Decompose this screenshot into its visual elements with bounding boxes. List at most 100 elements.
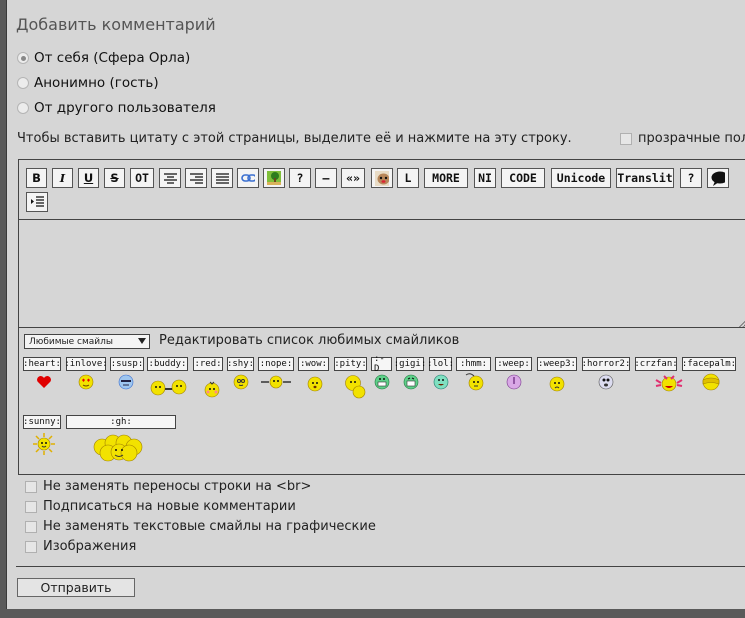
translit-button[interactable]: Translit <box>616 168 674 188</box>
align-right-icon <box>189 172 203 184</box>
smiley-tag-weep3[interactable]: :weep3: <box>537 357 577 371</box>
smiley-tag-weep[interactable]: :weep: <box>495 357 532 371</box>
dropdown-arrow-icon <box>138 338 146 344</box>
quotes-button[interactable]: «» <box>341 168 365 188</box>
option-checkbox[interactable] <box>25 500 37 513</box>
submit-button[interactable]: Отправить <box>17 578 135 597</box>
quote-hint-link[interactable]: Чтобы вставить цитату с этой страницы, в… <box>17 131 572 146</box>
smiley-tag-lol[interactable]: :lol: <box>427 357 454 371</box>
lol-smiley-icon[interactable] <box>433 374 449 390</box>
speech-bubble-button[interactable] <box>707 168 729 188</box>
radio-label: Анонимно (гость) <box>34 75 159 91</box>
smiley-tag-heart[interactable]: :heart: <box>23 357 61 371</box>
shy-smiley-icon[interactable] <box>233 374 249 390</box>
resize-handle-icon[interactable] <box>738 318 745 327</box>
transparent-fields-checkbox[interactable] <box>620 132 632 145</box>
smiley-tag-horror2[interactable]: :horror2: <box>582 357 630 371</box>
weep3-smiley-icon[interactable] <box>549 376 565 392</box>
smiley-tag-nope[interactable]: :nope: <box>258 357 294 371</box>
transparent-fields-option[interactable]: прозрачные поля <box>620 131 745 146</box>
align-justify-icon <box>215 172 229 184</box>
option-label: Не заменять текстовые смайлы на графичес… <box>43 519 376 534</box>
more-button[interactable]: MORE <box>424 168 468 188</box>
smiley-tag-susp[interactable]: :susp: <box>110 357 144 371</box>
question-button[interactable]: ? <box>289 168 311 188</box>
horror2-smiley-icon[interactable] <box>598 374 614 390</box>
indent-button[interactable] <box>26 192 48 212</box>
smiley-tag-gh[interactable]: :gh: <box>66 415 176 429</box>
favorites-select[interactable]: Любимые смайлы <box>24 334 150 349</box>
editor-box: B I U S OT ? — «» L MORE NI CODE Unicode… <box>18 159 745 475</box>
radio-self[interactable]: От себя (Сфера Орла) <box>17 50 190 66</box>
gigi-smiley-icon[interactable] <box>403 374 419 390</box>
radio-button[interactable] <box>17 52 29 64</box>
weep-smiley-icon[interactable] <box>506 374 522 390</box>
hmm-smiley-icon[interactable] <box>464 372 486 392</box>
page-title: Добавить комментарий <box>16 15 216 34</box>
underline-button[interactable]: U <box>78 168 99 188</box>
option-label: Подписаться на новые комментарии <box>43 499 296 514</box>
wow-smiley-icon[interactable] <box>307 376 323 392</box>
l-button[interactable]: L <box>397 168 419 188</box>
italic-button[interactable]: I <box>52 168 73 188</box>
smiley-tag-pity[interactable]: :pity: <box>334 357 367 371</box>
smiley-tag-wow[interactable]: :wow: <box>298 357 329 371</box>
option-images[interactable]: Изображения <box>25 539 136 554</box>
red-smiley-icon[interactable] <box>204 380 220 398</box>
comment-textarea[interactable] <box>19 219 745 328</box>
radio-anonymous[interactable]: Анонимно (гость) <box>17 75 159 91</box>
smiley-tag-sunny[interactable]: :sunny: <box>23 415 61 429</box>
option-checkbox[interactable] <box>25 520 37 533</box>
heart-icon[interactable] <box>36 375 52 389</box>
smiley-tag-crzfan[interactable]: :crzfan: <box>634 357 678 371</box>
pity-smiley-icon[interactable] <box>344 374 368 400</box>
option-label: Изображения <box>43 539 137 554</box>
facepalm-smiley-icon[interactable] <box>700 372 722 392</box>
smiley-tag-gigi[interactable]: :gigi: <box>394 357 426 371</box>
ot-button[interactable]: OT <box>130 168 154 188</box>
sunny-smiley-icon[interactable] <box>33 433 55 455</box>
inlove-smiley-icon[interactable] <box>77 374 95 390</box>
smiley-tag-laugh[interactable]: :-D <box>371 354 392 374</box>
link-icon <box>241 174 255 182</box>
option-label: Не заменять переносы строки на <br> <box>43 479 312 494</box>
smiley-tag-red[interactable]: :red: <box>193 357 223 371</box>
strike-button[interactable]: S <box>104 168 125 188</box>
align-center-button[interactable] <box>159 168 181 188</box>
help-button[interactable]: ? <box>680 168 702 188</box>
nope-smiley-icon[interactable] <box>259 374 293 390</box>
smiley-tag-buddy[interactable]: :buddy: <box>147 357 188 371</box>
option-checkbox[interactable] <box>25 480 37 493</box>
image-button[interactable] <box>263 168 285 188</box>
link-button[interactable] <box>237 168 259 188</box>
dog-icon <box>375 170 389 186</box>
radio-label: От себя (Сфера Орла) <box>34 50 191 66</box>
radio-button[interactable] <box>17 102 29 114</box>
buddy-smiley-icon[interactable] <box>150 379 188 397</box>
radio-other-user[interactable]: От другого пользователя <box>17 100 216 116</box>
code-button[interactable]: CODE <box>501 168 545 188</box>
ni-button[interactable]: NI <box>474 168 496 188</box>
indent-icon <box>30 196 44 207</box>
gh-smiley-group-icon[interactable] <box>93 434 143 462</box>
smiley-tag-inlove[interactable]: :inlove: <box>64 357 108 371</box>
edit-favorites-link[interactable]: Редактировать список любимых смайликов <box>159 333 459 348</box>
crzfan-smiley-icon[interactable] <box>652 372 688 394</box>
laugh-smiley-icon[interactable] <box>374 374 390 390</box>
bold-button[interactable]: B <box>26 168 47 188</box>
dash-button[interactable]: — <box>315 168 337 188</box>
align-justify-button[interactable] <box>211 168 233 188</box>
smiley-tag-facepalm[interactable]: :facepalm: <box>682 357 736 371</box>
dog-smiley-button[interactable] <box>371 168 393 188</box>
radio-button[interactable] <box>17 77 29 89</box>
comment-panel: Добавить комментарий От себя (Сфера Орла… <box>6 0 745 609</box>
option-no-smiley-replace[interactable]: Не заменять текстовые смайлы на графичес… <box>25 519 376 534</box>
option-checkbox[interactable] <box>25 540 37 553</box>
susp-smiley-icon[interactable] <box>117 374 135 390</box>
align-right-button[interactable] <box>185 168 207 188</box>
smiley-tag-shy[interactable]: :shy: <box>227 357 254 371</box>
option-subscribe[interactable]: Подписаться на новые комментарии <box>25 499 296 514</box>
option-no-br[interactable]: Не заменять переносы строки на <br> <box>25 479 311 494</box>
unicode-button[interactable]: Unicode <box>551 168 611 188</box>
smiley-tag-hmm[interactable]: :hmm: <box>456 357 491 371</box>
